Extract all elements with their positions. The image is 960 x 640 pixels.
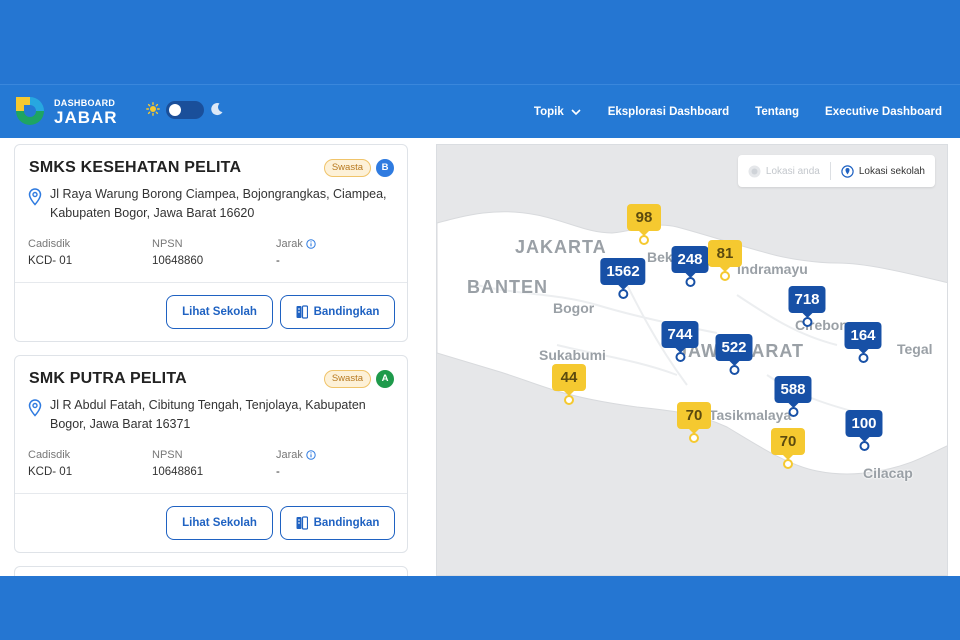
- legend-my-location-label: Lokasi anda: [765, 165, 820, 177]
- cadisdik-label: Cadisdik: [28, 238, 71, 250]
- legend-divider: [829, 162, 831, 180]
- logo-text-main: JABAR: [54, 108, 118, 127]
- accreditation-badge: B: [376, 159, 394, 177]
- npsn-value: 10648860: [152, 255, 204, 267]
- accreditation-badge: A: [376, 370, 394, 388]
- logo-text-top: DASHBOARD: [54, 98, 116, 108]
- compare-button-label: Bandingkan: [313, 306, 380, 318]
- school-address: Jl R Abdul Fatah, Cibitung Tengah, Tenjo…: [50, 398, 366, 431]
- place-label: Bogor: [553, 300, 595, 316]
- card-divider: [15, 282, 407, 283]
- compare-button[interactable]: Bandingkan: [280, 506, 395, 540]
- logo-icon: [16, 97, 44, 125]
- map-marker[interactable]: 248: [671, 246, 709, 287]
- school-map[interactable]: Lokasi anda Lokasi sekolah JAKARTA BANTE…: [436, 144, 948, 576]
- nav-topik-label: Topik: [533, 106, 564, 118]
- map-marker[interactable]: 98: [627, 204, 661, 245]
- jarak-value: -: [276, 466, 280, 478]
- compare-button[interactable]: Bandingkan: [280, 295, 395, 329]
- school-card-partial: [14, 566, 408, 576]
- jarak-label-text: Jarak: [276, 238, 303, 250]
- info-icon[interactable]: [306, 450, 316, 460]
- moon-icon: [211, 103, 223, 116]
- school-address: Jl Raya Warung Borong Ciampea, Bojongran…: [50, 187, 387, 220]
- location-pin-icon: [28, 188, 42, 206]
- card-divider: [15, 493, 407, 494]
- main-content: SMKS KESEHATAN PELITA Swasta B Jl Raya W…: [0, 138, 960, 576]
- place-label: BANTEN: [467, 277, 548, 297]
- info-icon[interactable]: [306, 239, 316, 249]
- jarak-label-text: Jarak: [276, 449, 303, 461]
- jarak-label: Jarak: [276, 449, 316, 461]
- map-marker[interactable]: 70: [677, 402, 711, 443]
- jarak-label: Jarak: [276, 238, 316, 250]
- place-label: Cilacap: [863, 465, 913, 481]
- map-marker[interactable]: 1562: [600, 258, 646, 299]
- map-marker[interactable]: 588: [774, 376, 812, 417]
- cadisdik-label: Cadisdik: [28, 449, 71, 461]
- compare-icon: [296, 516, 308, 530]
- dashboard-jabar-logo[interactable]: DASHBOARD JABAR: [14, 95, 124, 129]
- compare-button-label: Bandingkan: [313, 517, 380, 529]
- legend-school-location[interactable]: Lokasi sekolah: [841, 164, 925, 178]
- view-school-button[interactable]: Lihat Sekolah: [166, 295, 273, 329]
- npsn-label: NPSN: [152, 449, 183, 461]
- school-location-icon: [841, 164, 854, 178]
- view-school-button[interactable]: Lihat Sekolah: [166, 506, 273, 540]
- npsn-label: NPSN: [152, 238, 183, 250]
- sun-icon: [146, 102, 160, 116]
- cadisdik-value: KCD- 01: [28, 466, 73, 478]
- map-marker[interactable]: 744: [661, 321, 699, 362]
- chevron-down-icon: [571, 109, 581, 116]
- map-marker[interactable]: 718: [788, 286, 826, 327]
- cadisdik-value: KCD- 01: [28, 255, 73, 267]
- map-marker[interactable]: 44: [552, 364, 586, 405]
- map-marker[interactable]: 164: [844, 322, 882, 363]
- legend-my-location[interactable]: Lokasi anda: [748, 165, 820, 178]
- school-type-badge: Swasta: [323, 159, 371, 177]
- map-marker[interactable]: 81: [708, 240, 742, 281]
- main-nav: Topik Eksplorasi Dashboard Tentang Execu…: [534, 85, 942, 139]
- map-marker[interactable]: 70: [771, 428, 805, 469]
- npsn-value: 10648861: [152, 466, 204, 478]
- school-type-badge: Swasta: [323, 370, 371, 388]
- nav-executive-dashboard[interactable]: Executive Dashboard: [825, 106, 942, 118]
- school-name: SMK PUTRA PELITA: [29, 370, 187, 387]
- my-location-icon: [748, 165, 761, 177]
- map-marker[interactable]: 100: [845, 410, 883, 451]
- compare-icon: [296, 305, 308, 319]
- school-card: SMKS KESEHATAN PELITA Swasta B Jl Raya W…: [14, 144, 408, 342]
- nav-topik[interactable]: Topik: [534, 106, 582, 118]
- toggle-switch[interactable]: [166, 101, 204, 119]
- nav-tentang[interactable]: Tentang: [755, 106, 799, 118]
- school-card: SMK PUTRA PELITA Swasta A Jl R Abdul Fat…: [14, 355, 408, 553]
- jarak-value: -: [276, 255, 280, 267]
- map-marker[interactable]: 522: [715, 334, 753, 375]
- location-pin-icon: [28, 399, 42, 417]
- place-label: Tegal: [897, 341, 933, 357]
- map-legend: Lokasi anda Lokasi sekolah: [737, 155, 935, 187]
- school-name: SMKS KESEHATAN PELITA: [29, 159, 242, 176]
- top-header: DASHBOARD JABAR Topik Eksplorasi Dashboa…: [0, 84, 960, 138]
- toggle-knob: [169, 104, 181, 116]
- nav-eksplorasi-dashboard[interactable]: Eksplorasi Dashboard: [608, 106, 729, 118]
- place-label: Indramayu: [737, 261, 808, 277]
- theme-toggle[interactable]: [146, 101, 226, 121]
- place-label: Sukabumi: [539, 347, 606, 363]
- place-label: JAKARTA: [515, 237, 607, 257]
- legend-school-location-label: Lokasi sekolah: [858, 165, 925, 177]
